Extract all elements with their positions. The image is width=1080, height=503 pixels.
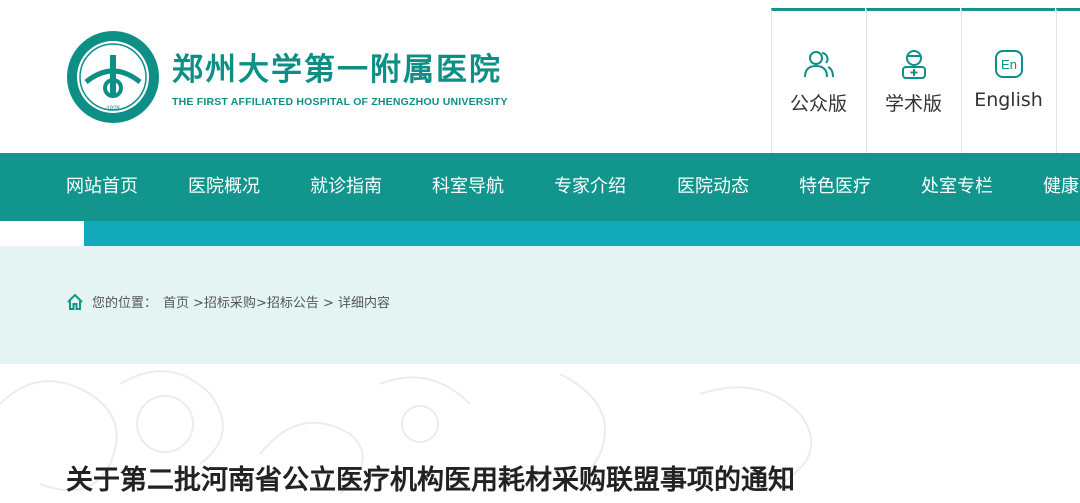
home-icon xyxy=(67,293,83,310)
public-version-label: 公众版 xyxy=(789,93,847,115)
article-content: 关于第二批河南省公立医疗机构医用耗材采购联盟事项的通知 xyxy=(0,364,1080,503)
breadcrumb-prefix: 您的位置： xyxy=(92,296,158,311)
svg-text:1928: 1928 xyxy=(106,106,120,112)
breadcrumb: 您的位置： 首页 >招标采购 >招标公告 > 详细内容 xyxy=(66,292,390,311)
version-box-partial xyxy=(1056,8,1080,153)
stripe-accent xyxy=(84,221,1080,246)
article-title: 关于第二批河南省公立医疗机构医用耗材采购联盟事项的通知 xyxy=(66,465,795,496)
main-nav: 网站首页 医院概况 就诊指南 科室导航 专家介绍 医院动态 特色医疗 处室专栏 … xyxy=(0,153,1080,221)
nav-item-home[interactable]: 网站首页 xyxy=(66,153,138,221)
breadcrumb-band: 您的位置： 首页 >招标采购 >招标公告 > 详细内容 xyxy=(0,246,1080,364)
people-icon xyxy=(803,51,834,78)
en-icon: En xyxy=(994,50,1023,78)
english-version-button[interactable]: En English xyxy=(961,8,1055,153)
nav-item-health[interactable]: 健康 xyxy=(1043,153,1079,221)
nav-item-experts[interactable]: 专家介绍 xyxy=(554,153,626,221)
nav-item-guide[interactable]: 就诊指南 xyxy=(310,153,382,221)
nav-item-news[interactable]: 医院动态 xyxy=(677,153,749,221)
nav-item-departments[interactable]: 科室导航 xyxy=(432,153,504,221)
breadcrumb-detail: > 详细内容 xyxy=(318,296,391,311)
nav-item-overview[interactable]: 医院概况 xyxy=(188,153,260,221)
doctor-icon xyxy=(901,50,926,79)
hospital-name-cn[interactable]: 郑州大学第一附属医院 xyxy=(172,44,502,89)
nav-item-offices[interactable]: 处室专栏 xyxy=(921,153,993,221)
hospital-seal-logo[interactable]: 1928 xyxy=(66,30,160,124)
svg-text:En: En xyxy=(1001,57,1017,72)
stripe-left xyxy=(0,221,84,246)
academic-version-button[interactable]: 学术版 xyxy=(866,8,960,153)
public-version-button[interactable]: 公众版 xyxy=(771,8,865,153)
breadcrumb-tender-notice[interactable]: >招标公告 xyxy=(256,292,319,311)
hospital-name-en: THE FIRST AFFILIATED HOSPITAL OF ZHENGZH… xyxy=(172,96,508,108)
nav-item-specialty[interactable]: 特色医疗 xyxy=(799,153,871,221)
breadcrumb-home[interactable]: 首页 xyxy=(163,292,189,311)
english-version-label: English xyxy=(974,89,1043,111)
breadcrumb-procurement[interactable]: >招标采购 xyxy=(193,292,256,311)
site-header: 1928 郑州大学第一附属医院 THE FIRST AFFILIATED HOS… xyxy=(0,0,1080,153)
academic-version-label: 学术版 xyxy=(884,93,942,115)
